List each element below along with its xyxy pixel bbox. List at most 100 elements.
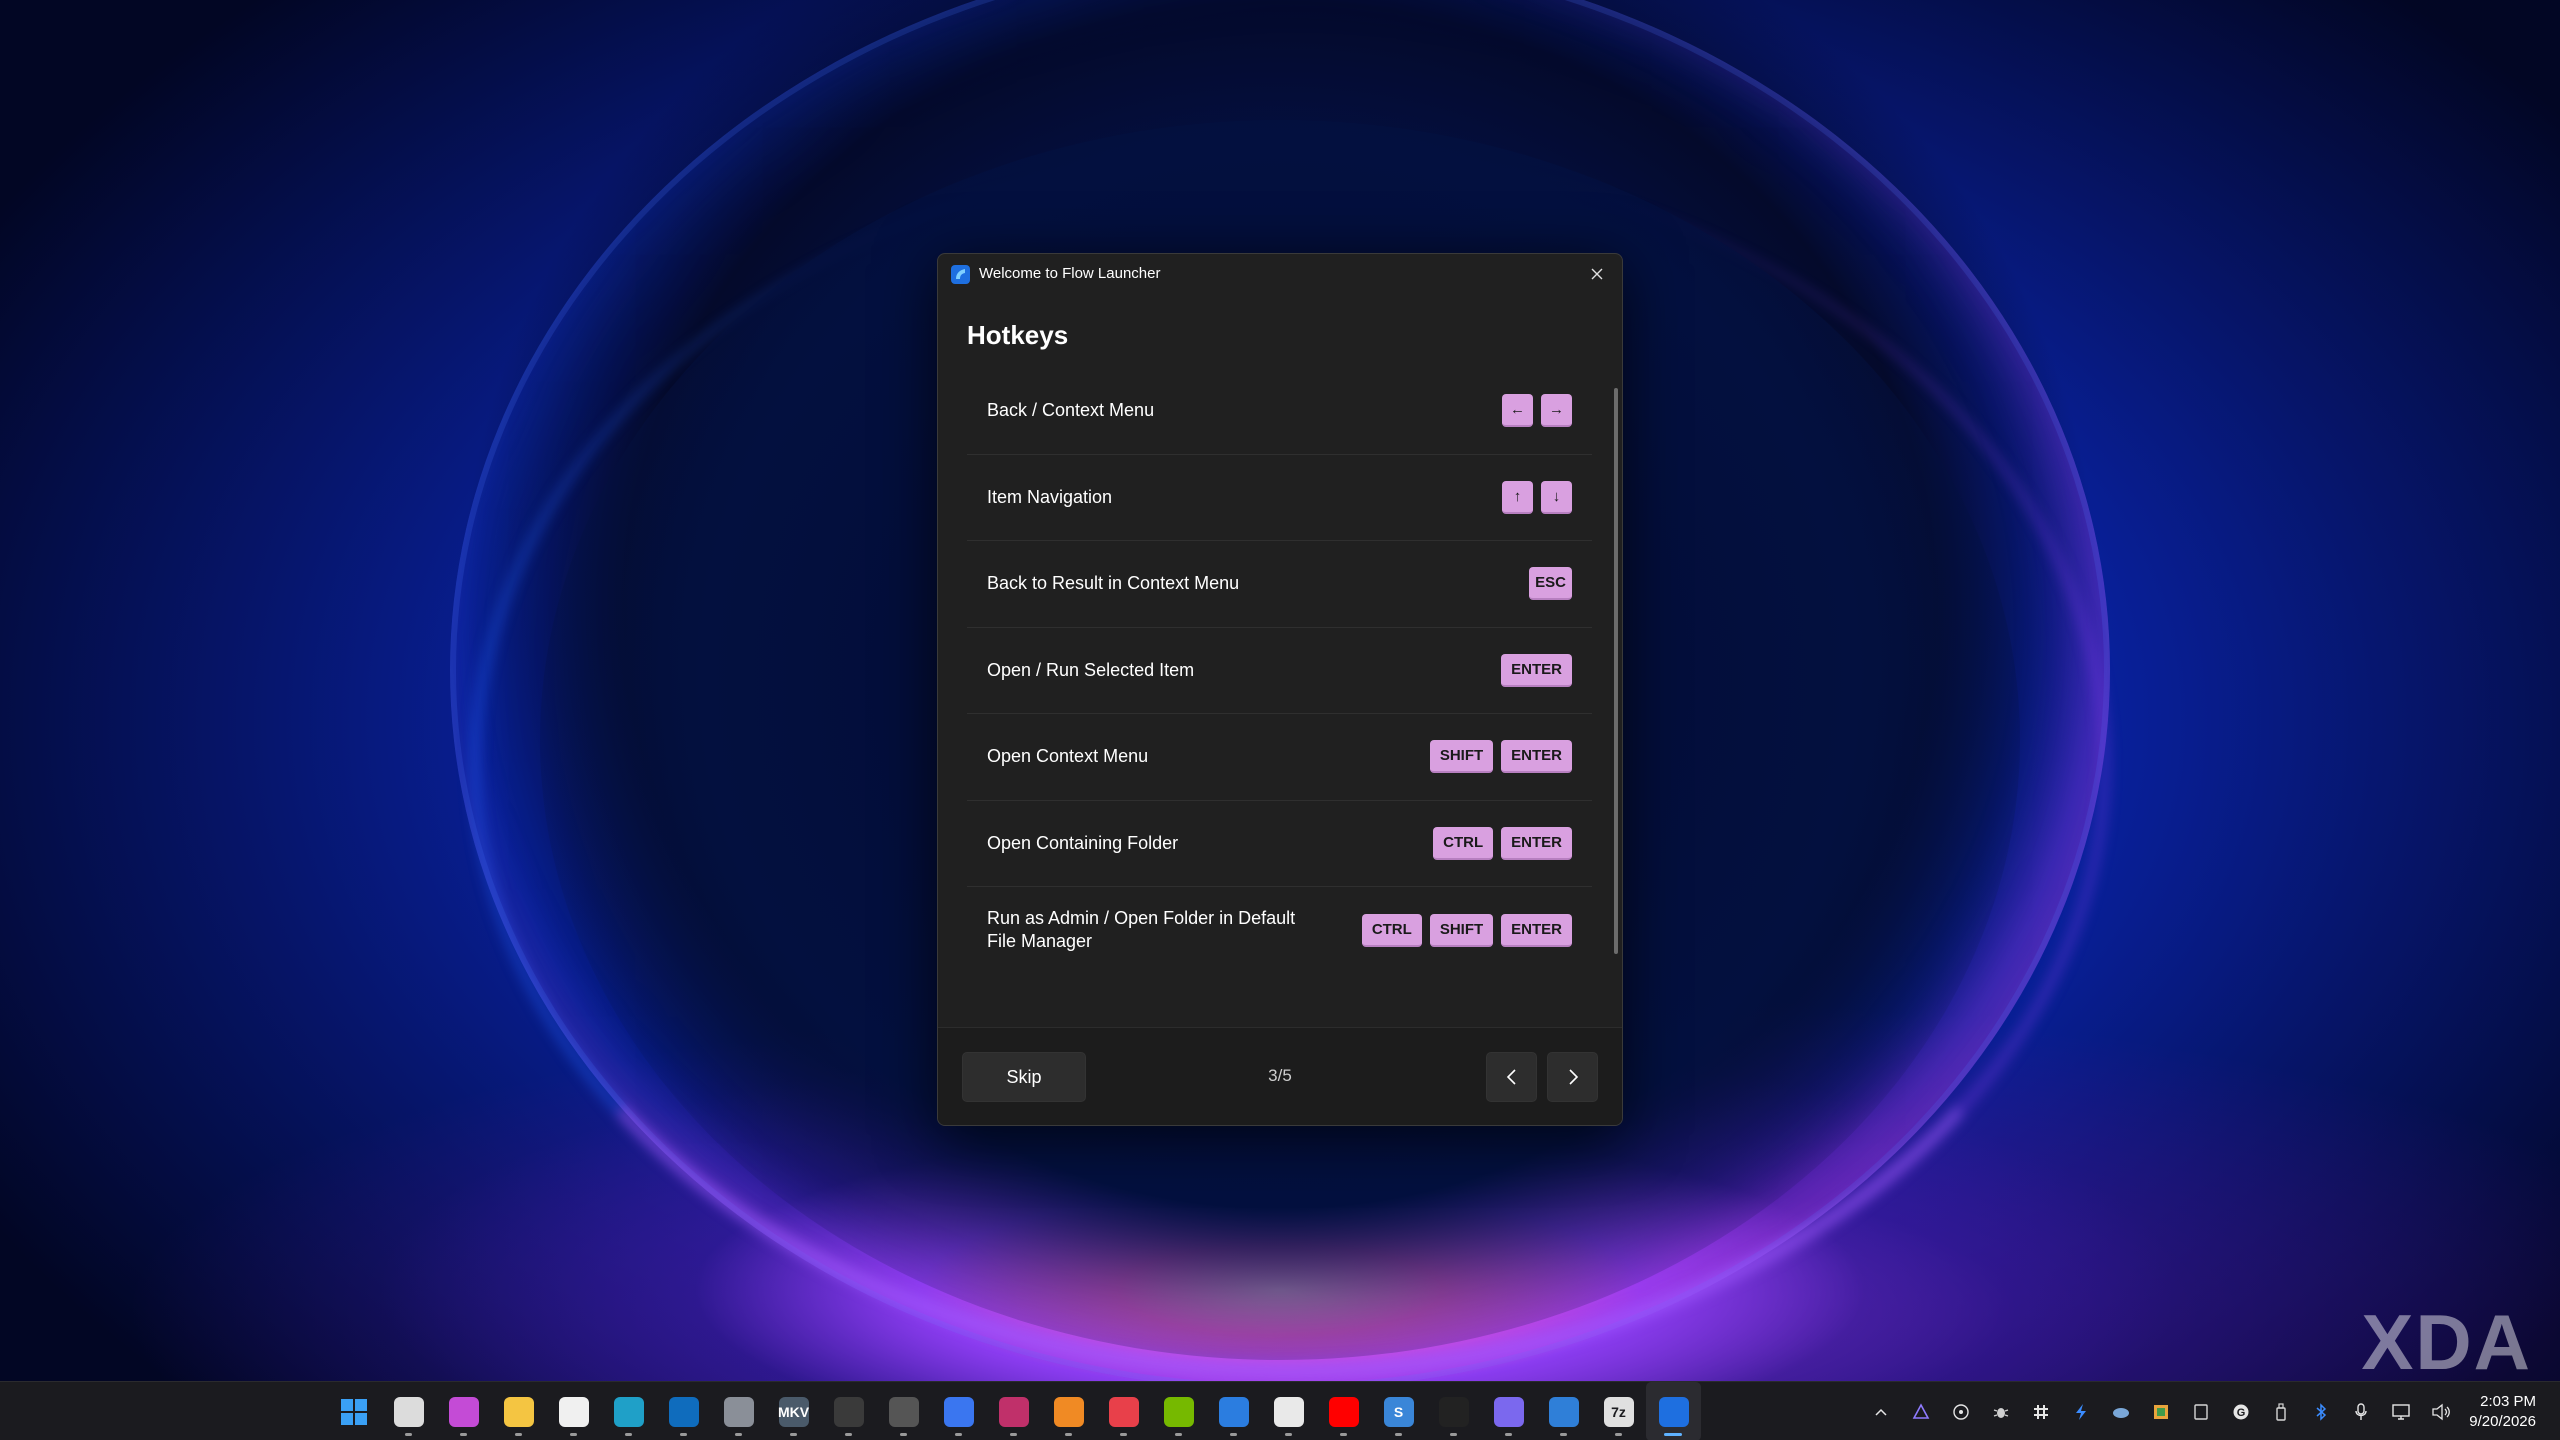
task-view-icon xyxy=(393,1396,424,1427)
keycap: ENTER xyxy=(1501,740,1572,774)
bug-tray-icon[interactable] xyxy=(1982,1392,2019,1432)
proton-icon[interactable] xyxy=(1902,1392,1939,1432)
slack-tray-icon[interactable] xyxy=(2022,1392,2059,1432)
hotkey-row: Open / Run Selected Item ENTER xyxy=(967,628,1592,714)
taskbar-item[interactable]: S xyxy=(1371,1382,1426,1440)
dialog-footer: Skip 3/5 xyxy=(938,1027,1622,1125)
tablet-tray-icon[interactable] xyxy=(2182,1392,2219,1432)
key-combo: ← → xyxy=(1502,394,1572,428)
taskbar-item[interactable] xyxy=(1316,1382,1371,1440)
svg-text:G: G xyxy=(2236,1407,2245,1419)
taskbar-item[interactable]: 7z xyxy=(1591,1382,1646,1440)
key-combo: CTRL ENTER xyxy=(1433,826,1572,860)
search-app-icon xyxy=(1053,1396,1084,1427)
keycap: ENTER xyxy=(1501,913,1572,947)
taskbar: MKV S 7z G 2:03 PM 9/20/2026 xyxy=(0,1381,2560,1440)
taskbar-item[interactable] xyxy=(1096,1382,1151,1440)
clock[interactable]: 2:03 PM 9/20/2026 xyxy=(2469,1392,2536,1432)
taskbar-item[interactable] xyxy=(1536,1382,1591,1440)
bluetooth-icon[interactable] xyxy=(2302,1392,2339,1432)
previous-button[interactable] xyxy=(1486,1052,1537,1102)
network-icon[interactable] xyxy=(2382,1392,2419,1432)
taskbar-item[interactable] xyxy=(656,1382,711,1440)
grammarly-icon[interactable]: G xyxy=(2222,1392,2259,1432)
keycap: SHIFT xyxy=(1429,913,1494,947)
obs-icon xyxy=(833,1396,864,1427)
chevron-up-icon[interactable] xyxy=(1862,1392,1899,1432)
flow-launcher-icon xyxy=(950,264,971,285)
window-title: Welcome to Flow Launcher xyxy=(979,265,1161,282)
running-indicator xyxy=(1285,1433,1292,1436)
running-indicator xyxy=(1615,1433,1622,1436)
key-combo: ↑ ↓ xyxy=(1502,480,1572,514)
7zip-icon: 7z xyxy=(1603,1396,1634,1427)
volume-icon[interactable] xyxy=(2422,1392,2459,1432)
taskbar-item[interactable] xyxy=(546,1382,601,1440)
taskbar-item[interactable] xyxy=(491,1382,546,1440)
taskbar-item[interactable] xyxy=(931,1382,986,1440)
keycap: ↓ xyxy=(1541,480,1572,514)
taskbar-item[interactable] xyxy=(821,1382,876,1440)
photos-icon xyxy=(1218,1396,1249,1427)
obs-tray-icon[interactable] xyxy=(1942,1392,1979,1432)
taskbar-item[interactable] xyxy=(1261,1382,1316,1440)
hotkey-list: Back / Context Menu ← → Item Navigation ↑ ↓ Ba… xyxy=(967,368,1592,974)
system-tray: G xyxy=(1862,1382,2459,1440)
key-combo: SHIFT ENTER xyxy=(1429,740,1572,774)
hotkey-label: Run as Admin / Open Folder in Default Fi… xyxy=(987,908,1296,952)
next-button[interactable] xyxy=(1547,1052,1598,1102)
hotkey-label: Open Context Menu xyxy=(987,746,1149,767)
keycap: ESC xyxy=(1529,567,1572,601)
hotkey-row: Open Context Menu SHIFT ENTER xyxy=(967,714,1592,801)
lightning-tray-icon[interactable] xyxy=(2062,1392,2099,1432)
flow-launcher-icon xyxy=(1658,1396,1689,1427)
hotkey-row: Open Containing Folder CTRL ENTER xyxy=(967,801,1592,887)
taskbar-item[interactable]: MKV xyxy=(766,1382,821,1440)
taskbar-item[interactable] xyxy=(1041,1382,1096,1440)
running-indicator xyxy=(1065,1433,1072,1436)
key-combo: ESC xyxy=(1529,567,1572,601)
clock-time: 2:03 PM xyxy=(2480,1393,2536,1410)
taskbar-item[interactable] xyxy=(986,1382,1041,1440)
taskbar-item[interactable] xyxy=(1646,1382,1701,1440)
taskbar-item[interactable] xyxy=(1151,1382,1206,1440)
close-icon xyxy=(1591,268,1603,280)
signal-icon xyxy=(943,1396,974,1427)
taskbar-item[interactable] xyxy=(1426,1382,1481,1440)
running-indicator xyxy=(1664,1433,1682,1436)
microphone-icon[interactable] xyxy=(2342,1392,2379,1432)
page-title: Hotkeys xyxy=(967,320,1069,350)
hotkey-row: Back / Context Menu ← → xyxy=(967,368,1592,455)
xda-watermark: XDA xyxy=(2361,1298,2532,1386)
whiteboard-icon xyxy=(1548,1396,1579,1427)
nvidia-icon xyxy=(1163,1396,1194,1427)
headset-app-icon xyxy=(998,1396,1029,1427)
affinity-icon xyxy=(1438,1396,1469,1427)
taskbar-item[interactable] xyxy=(326,1382,381,1440)
taskbar-item[interactable] xyxy=(876,1382,931,1440)
photos-tray-icon[interactable] xyxy=(2142,1392,2179,1432)
clock-date: 9/20/2026 xyxy=(2469,1413,2536,1430)
taskbar-item[interactable] xyxy=(601,1382,656,1440)
hotkey-label: Item Navigation xyxy=(987,486,1113,507)
keycap: ENTER xyxy=(1501,653,1572,687)
taskbar-item[interactable] xyxy=(711,1382,766,1440)
cloud-tray-icon[interactable] xyxy=(2102,1392,2139,1432)
key-combo: ENTER xyxy=(1501,653,1572,687)
keycap: CTRL xyxy=(1433,826,1494,860)
taskbar-item[interactable] xyxy=(1206,1382,1261,1440)
teams-icon xyxy=(1493,1396,1524,1427)
taskbar-item[interactable] xyxy=(436,1382,491,1440)
running-indicator xyxy=(1450,1433,1457,1436)
taskbar-item[interactable] xyxy=(381,1382,436,1440)
close-button[interactable] xyxy=(1572,254,1622,294)
usb-drive-icon[interactable] xyxy=(2262,1392,2299,1432)
running-indicator xyxy=(625,1433,632,1436)
running-indicator xyxy=(1175,1433,1182,1436)
title-bar[interactable]: Welcome to Flow Launcher xyxy=(938,254,1622,294)
microsoft-store-icon xyxy=(558,1396,589,1427)
dots-app-icon xyxy=(1108,1396,1139,1427)
taskbar-item[interactable] xyxy=(1481,1382,1536,1440)
scrollbar[interactable] xyxy=(1614,388,1618,954)
running-indicator xyxy=(1395,1433,1402,1436)
